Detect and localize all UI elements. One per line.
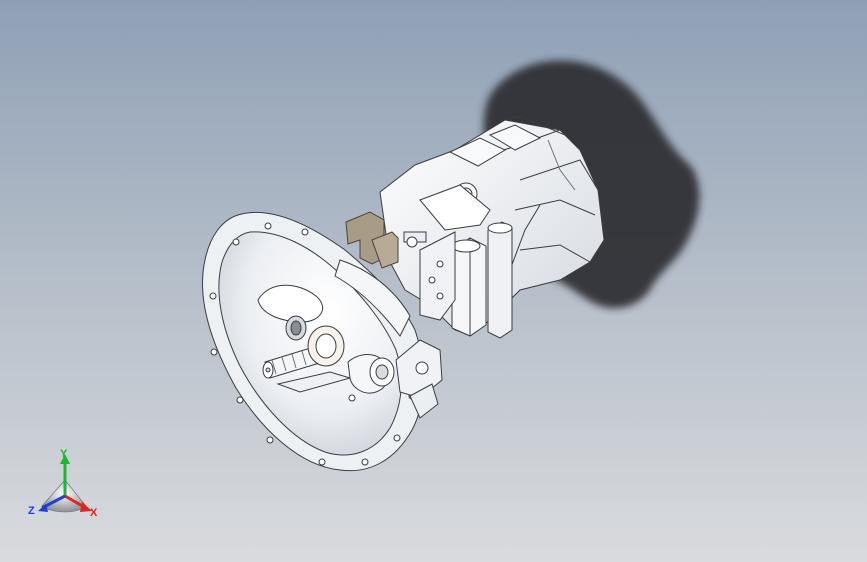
x-axis-label: X [90,507,98,519]
y-axis-label: Y [60,448,68,460]
model-scene[interactable] [0,0,867,562]
coordinate-triad: Y X Z [28,448,98,519]
shift-cylinder [451,237,487,337]
3d-graphics-viewport[interactable]: Y X Z [0,0,867,562]
z-axis-label: Z [28,505,35,517]
